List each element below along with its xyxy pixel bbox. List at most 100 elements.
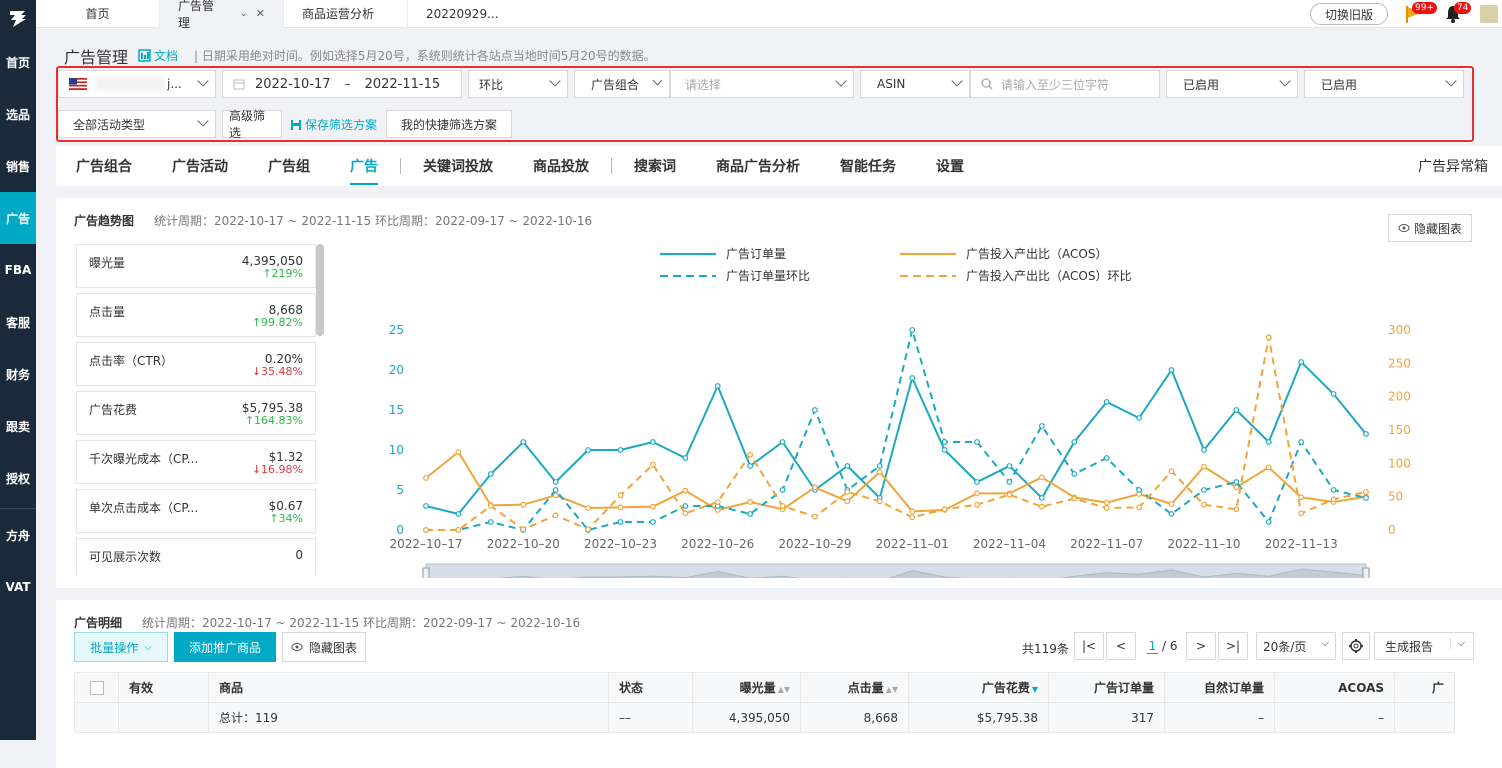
main-tab[interactable]: 设置 (916, 146, 984, 186)
main-tab[interactable]: 商品广告分析 (696, 146, 820, 186)
metric-card[interactable]: 千次曝光成本（CP... $1.32 ↓16.98% (76, 440, 316, 484)
save-filter-plan-button[interactable]: 保存筛选方案 (290, 116, 377, 133)
data-point (844, 463, 851, 469)
advanced-filter-button[interactable]: 高级筛选 (222, 109, 282, 140)
metric-list[interactable]: 曝光量 4,395,050 ↑219% 点击量 8,668 ↑99.82% 点击率（CTR）… (76, 244, 316, 574)
tab-product-analysis[interactable]: 商品运营分析 (284, 0, 408, 28)
sidebar-item[interactable]: FBA (0, 244, 36, 296)
sidebar-item[interactable]: VAT (0, 561, 36, 613)
col-impressions[interactable]: 曝光量 ▲▼ (692, 672, 801, 703)
cell-natural: – (1164, 702, 1275, 733)
tab-home[interactable]: 首页 (36, 0, 160, 28)
cell-spend: $5,795.38 (908, 702, 1049, 733)
close-icon[interactable]: ✕ (256, 7, 265, 20)
page-current[interactable]: 1 (1146, 639, 1159, 654)
add-product-button[interactable]: 添加推广商品 (174, 632, 276, 662)
sidebar-item[interactable]: 客服 (0, 296, 36, 348)
metric-card[interactable]: 可见展示次数 0 (76, 538, 316, 574)
metric-card[interactable]: 曝光量 4,395,050 ↑219% (76, 244, 316, 288)
sidebar-item[interactable]: 选品 (0, 88, 36, 140)
anomaly-box-link[interactable]: 广告异常箱 (1418, 156, 1488, 176)
col-clicks[interactable]: 点击量 ▲▼ (800, 672, 909, 703)
metric-card[interactable]: 点击率（CTR） 0.20% ↓35.48% (76, 342, 316, 386)
compare-value: 环比 (479, 77, 504, 92)
detail-hide-chart-button[interactable]: 隐藏图表 (282, 632, 366, 662)
doc-link[interactable]: 文档 (138, 47, 178, 64)
metric-card[interactable]: 广告花费 $5,795.38 ↑164.83% (76, 391, 316, 435)
select-all-checkbox[interactable] (74, 672, 119, 703)
site-select[interactable]: j... (58, 70, 216, 98)
batch-operation-button[interactable]: 批量操作 ⌵ (74, 632, 168, 662)
sidebar-item[interactable]: 授权 (0, 452, 36, 504)
page-indicator[interactable]: 1 / 6 (1138, 632, 1186, 660)
metric-value: $1.32 (268, 450, 303, 464)
main-tab[interactable]: 搜索词 (614, 146, 696, 186)
status-select-1[interactable]: 已启用 (1166, 70, 1298, 98)
data-point (1201, 487, 1207, 493)
ad-group-type-select[interactable]: 广告组合 (574, 70, 670, 98)
zoom-handle-right[interactable] (1362, 567, 1370, 578)
chevron-down-icon[interactable]: ⌄ (239, 8, 247, 19)
sidebar-item[interactable]: 跟卖 (0, 400, 36, 452)
data-point (1103, 505, 1110, 511)
sidebar-item[interactable]: 方舟 (0, 509, 36, 561)
col-label: 点击量 (847, 681, 884, 695)
data-point (1298, 510, 1305, 517)
sidebar-item[interactable]: 首页 (0, 36, 36, 88)
date-range-picker[interactable]: 2022-10-17 – 2022-11-15 (222, 70, 462, 98)
tab-ad-management[interactable]: 广告管理 ⌄ ✕ (160, 0, 284, 30)
save-plan-label: 保存筛选方案 (305, 118, 378, 132)
data-point (682, 455, 689, 461)
metric-value: 4,395,050 (241, 254, 303, 268)
bell-icon[interactable]: 74 (1444, 2, 1472, 24)
sidebar-item[interactable]: 财务 (0, 348, 36, 400)
brand-logo-icon[interactable] (0, 0, 36, 36)
activity-type-select[interactable]: 全部活动类型 (58, 110, 216, 138)
main-tab[interactable]: 广告 (330, 146, 398, 186)
avatar[interactable] (1480, 5, 1498, 23)
switch-old-version-button[interactable]: 切换旧版 (1309, 3, 1388, 25)
last-page-button[interactable]: >| (1218, 632, 1248, 660)
col-acoas: ACOAS (1274, 672, 1395, 703)
main-tab[interactable]: 广告组合 (56, 146, 152, 186)
compare-select[interactable]: 环比 (468, 70, 568, 98)
ad-group-select[interactable]: 请选择 (670, 70, 854, 98)
main-tab[interactable]: 关键词投放 (403, 146, 513, 186)
metric-card[interactable]: 点击量 8,668 ↑99.82% (76, 293, 316, 337)
date-end[interactable]: 2022-11-15 (365, 77, 441, 92)
sidebar-item[interactable]: 广告 (0, 192, 36, 244)
my-filter-plans-button[interactable]: 我的快捷筛选方案 (386, 110, 512, 138)
switch-label: 切换旧版 (1324, 7, 1373, 22)
main-tab[interactable]: 商品投放 (513, 146, 609, 186)
date-start[interactable]: 2022-10-17 (255, 77, 331, 92)
generate-report-button[interactable]: 生成报告 ⌵ (1374, 632, 1474, 660)
asin-search-input[interactable]: 请输入至少三位字符 (970, 70, 1160, 98)
col-spend[interactable]: 广告花费 ▼ (908, 672, 1049, 703)
status-select-2[interactable]: 已启用 (1304, 70, 1464, 98)
zoom-handle-left[interactable] (422, 567, 430, 578)
prev-page-button[interactable]: < (1106, 632, 1136, 660)
flag-notice-icon[interactable]: 99+ (1404, 2, 1437, 24)
sidebar-item[interactable]: 销售 (0, 140, 36, 192)
settings-gear-icon[interactable] (1342, 632, 1370, 660)
main-tab[interactable]: 智能任务 (820, 146, 916, 186)
tab-report-20220929[interactable]: 20220929... (408, 0, 518, 28)
data-point (876, 498, 883, 505)
data-point (1265, 439, 1272, 445)
chevron-down-icon[interactable]: ⌵ (1450, 638, 1465, 649)
metric-change: ↓35.48% (252, 365, 303, 378)
asin-type-select[interactable]: ASIN (860, 70, 970, 98)
sort-icon[interactable]: ▲▼ (778, 685, 790, 694)
metric-scrollbar[interactable] (316, 244, 324, 336)
first-page-button[interactable]: |< (1074, 632, 1104, 660)
page-size-select[interactable]: 20条/页 ⌵ (1256, 632, 1336, 660)
main-tab[interactable]: 广告组 (248, 146, 330, 186)
main-tab[interactable]: 广告活动 (152, 146, 248, 186)
next-page-button[interactable]: > (1186, 632, 1216, 660)
advanced-label: 高级筛选 (229, 109, 266, 140)
metric-change-value: 35.48% (261, 365, 303, 378)
sort-icon[interactable]: ▲▼ (886, 685, 898, 694)
col-label: 广告花费 (981, 681, 1030, 695)
sort-desc-icon[interactable]: ▼ (1032, 685, 1038, 694)
metric-card[interactable]: 单次点击成本（CP... $0.67 ↑34% (76, 489, 316, 533)
